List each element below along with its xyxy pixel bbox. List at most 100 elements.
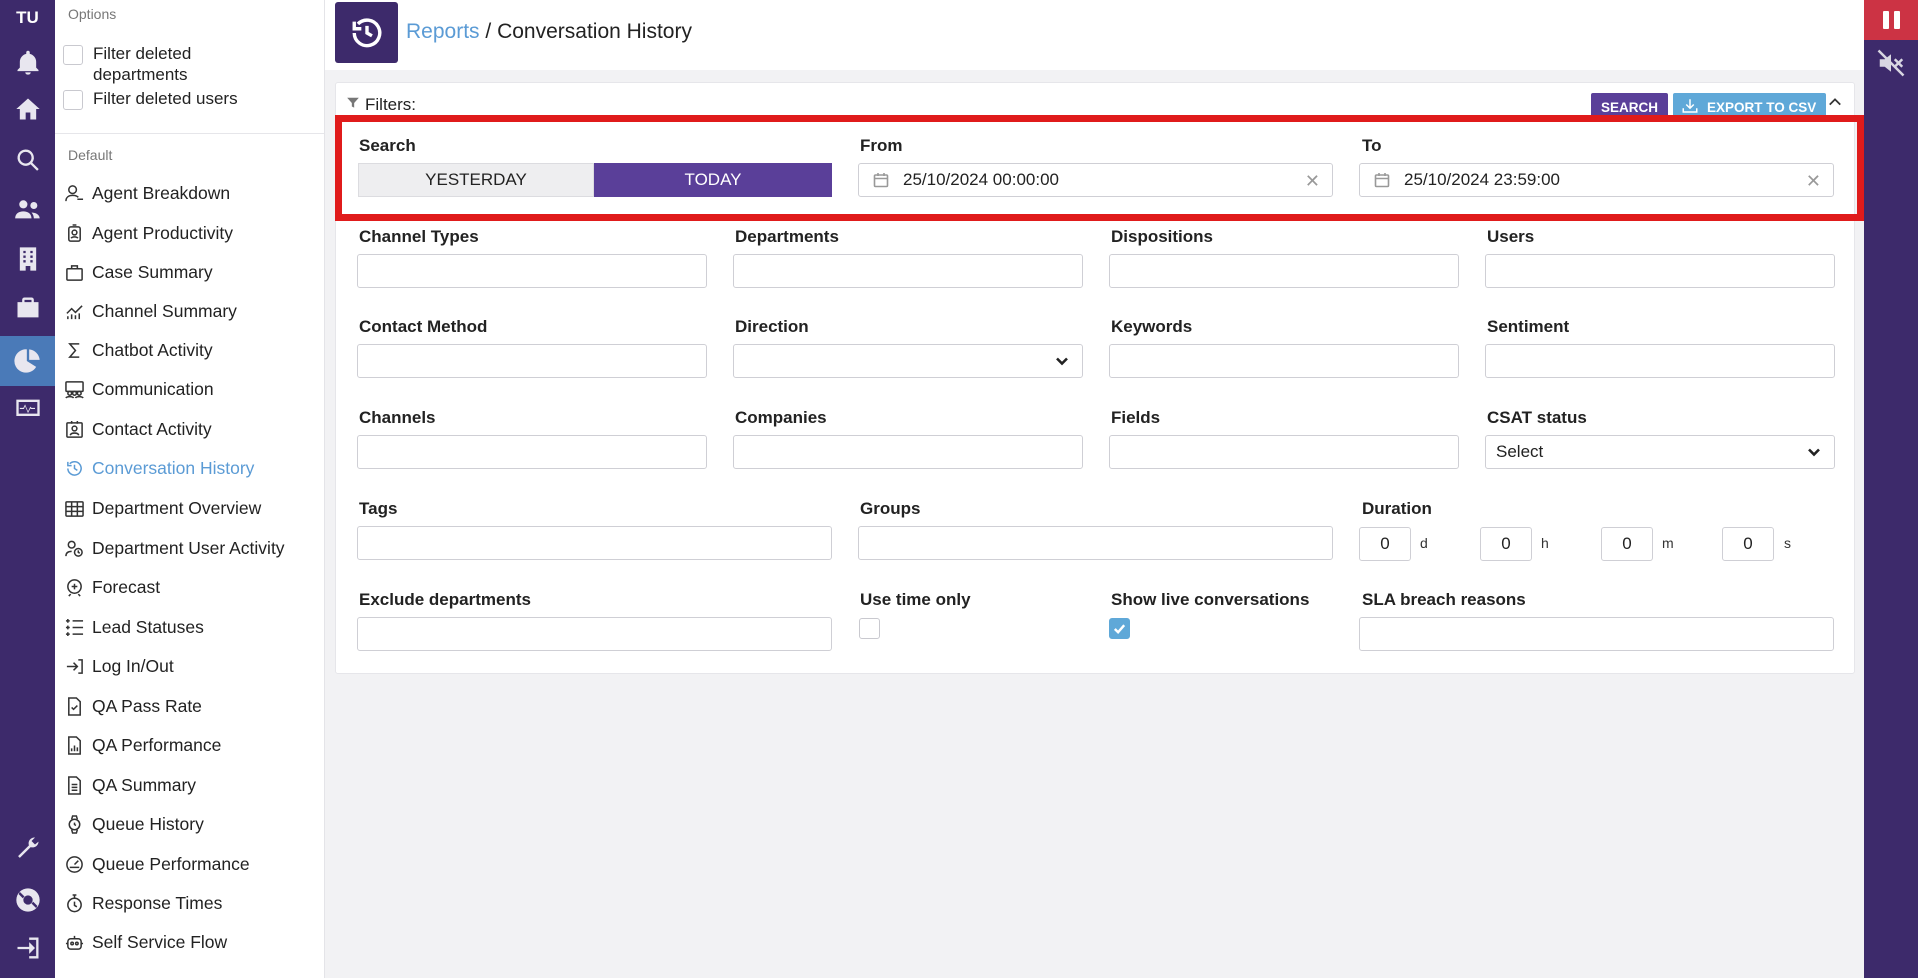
duration-label: Duration [1362, 499, 1432, 518]
clear-icon[interactable]: ✕ [1806, 171, 1821, 192]
sidebar-item-department-user-activity[interactable]: Department User Activity [64, 532, 285, 564]
filters-title-label: Filters: [365, 95, 416, 114]
tags-input[interactable] [357, 526, 832, 560]
sidebar-item-contact-activity[interactable]: Contact Activity [64, 413, 212, 445]
wrench-icon[interactable] [0, 825, 55, 871]
bell-icon[interactable] [0, 40, 55, 86]
sidebar-item-forecast[interactable]: Forecast [64, 571, 160, 603]
option-label: Filter deleted users [93, 89, 238, 108]
reports-icon[interactable] [0, 336, 55, 386]
sidebar-item-department-overview[interactable]: Department Overview [64, 492, 261, 524]
use-time-only-checkbox[interactable] [859, 618, 880, 639]
sidebar-item-case-summary[interactable]: Case Summary [64, 256, 213, 288]
gauge-icon [64, 854, 84, 874]
users-input[interactable] [1485, 254, 1835, 288]
group-icon [64, 379, 84, 399]
contact-card-icon [64, 419, 84, 439]
mute-icon[interactable] [1876, 48, 1906, 83]
sidebar-item-chatbot-activity[interactable]: Chatbot Activity [64, 334, 213, 366]
filter-deleted-departments-checkbox[interactable] [63, 45, 83, 65]
chevron-down-icon [1806, 444, 1822, 460]
sidebar-item-channel-summary[interactable]: Channel Summary [64, 295, 237, 327]
page-title: Conversation History [497, 20, 692, 43]
filter-deleted-users-checkbox[interactable] [63, 90, 83, 110]
exclude-departments-label: Exclude departments [359, 590, 531, 609]
lifebuoy-icon[interactable] [0, 877, 55, 923]
duration-days-input[interactable]: 0 [1359, 527, 1411, 561]
duration-hours-input[interactable]: 0 [1480, 527, 1532, 561]
sentiment-input[interactable] [1485, 344, 1835, 378]
filters-title[interactable]: Filters: [346, 95, 416, 115]
agent-icon [64, 183, 84, 203]
chevron-down-icon [1054, 353, 1070, 369]
user-clock-icon [64, 538, 84, 558]
sidebar-item-queue-history[interactable]: Queue History [64, 808, 204, 840]
fields-label: Fields [1111, 408, 1161, 427]
fields-input[interactable] [1109, 435, 1459, 469]
sidebar-item-agent-productivity[interactable]: Agent Productivity [64, 217, 233, 249]
sidebar-item-queue-performance[interactable]: Queue Performance [64, 848, 250, 880]
building-grid-icon [64, 498, 84, 518]
exclude-departments-input[interactable] [357, 617, 832, 651]
breadcrumb-reports-link[interactable]: Reports [406, 20, 480, 43]
monitor-icon[interactable] [0, 386, 55, 432]
sentiment-label: Sentiment [1487, 317, 1570, 336]
sidebar-item-agent-breakdown[interactable]: Agent Breakdown [64, 177, 230, 209]
sidebar-item-label: Department User Activity [92, 537, 285, 558]
keywords-input[interactable] [1109, 344, 1459, 378]
show-live-checkbox[interactable] [1109, 618, 1130, 639]
groups-input[interactable] [858, 526, 1333, 560]
duration-seconds-input[interactable]: 0 [1722, 527, 1774, 561]
duration-days-unit: d [1420, 535, 1428, 551]
dispositions-input[interactable] [1109, 254, 1459, 288]
sidebar-item-label: Conversation History [92, 457, 255, 478]
logout-icon[interactable] [0, 925, 55, 971]
channel-types-input[interactable] [357, 254, 707, 288]
sidebar-item-log-in-out[interactable]: Log In/Out [64, 650, 174, 682]
option-filter-deleted-departments[interactable]: Filter deleted departments [63, 43, 213, 85]
sidebar-item-qa-performance[interactable]: QA Performance [64, 729, 221, 761]
clear-icon[interactable]: ✕ [1305, 171, 1320, 192]
building-icon[interactable] [0, 236, 55, 282]
csat-status-select[interactable]: Select [1485, 435, 1835, 469]
pause-icon[interactable] [1864, 0, 1918, 40]
contact-method-label: Contact Method [359, 317, 488, 336]
user-initials[interactable]: TU [0, 8, 55, 28]
badge-icon [64, 223, 84, 243]
direction-select[interactable] [733, 344, 1083, 378]
briefcase-icon[interactable] [0, 285, 55, 331]
direction-label: Direction [735, 317, 809, 336]
tags-label: Tags [359, 499, 398, 518]
users-icon[interactable] [0, 186, 55, 232]
search-icon[interactable] [0, 137, 55, 183]
departments-input[interactable] [733, 254, 1083, 288]
sidebar-item-self-service-flow[interactable]: Self Service Flow [64, 926, 227, 958]
search-button[interactable]: SEARCH [1591, 93, 1669, 121]
export-csv-button[interactable]: EXPORT TO CSV [1673, 93, 1827, 121]
groups-label: Groups [860, 499, 921, 518]
sidebar-item-qa-summary[interactable]: QA Summary [64, 769, 196, 801]
to-date-input[interactable]: 25/10/2024 23:59:00 ✕ [1359, 163, 1834, 197]
history-icon [335, 2, 398, 63]
duration-minutes-input[interactable]: 0 [1601, 527, 1653, 561]
yesterday-button[interactable]: YESTERDAY [358, 163, 594, 197]
sidebar-item-qa-pass-rate[interactable]: QA Pass Rate [64, 690, 202, 722]
sla-breach-input[interactable] [1359, 617, 1834, 651]
options-title: Options [68, 6, 117, 22]
companies-input[interactable] [733, 435, 1083, 469]
option-filter-deleted-users[interactable]: Filter deleted users [63, 88, 263, 110]
contact-method-input[interactable] [357, 344, 707, 378]
chevron-up-icon[interactable] [1828, 95, 1842, 109]
home-icon[interactable] [0, 86, 55, 132]
today-button[interactable]: TODAY [594, 163, 832, 197]
sidebar-item-label: Log In/Out [92, 655, 174, 676]
sidebar-item-conversation-history[interactable]: Conversation History [64, 452, 254, 484]
sidebar-item-response-times[interactable]: Response Times [64, 887, 222, 919]
report-sidebar: Options Filter deleted departments Filte… [55, 0, 325, 978]
checkmark-icon [1113, 624, 1126, 635]
sidebar-item-communication[interactable]: Communication [64, 373, 214, 405]
channels-input[interactable] [357, 435, 707, 469]
sidebar-item-lead-statuses[interactable]: Lead Statuses [64, 611, 204, 643]
from-date-input[interactable]: 25/10/2024 00:00:00 ✕ [858, 163, 1333, 197]
breadcrumb-separator: / [485, 20, 492, 43]
